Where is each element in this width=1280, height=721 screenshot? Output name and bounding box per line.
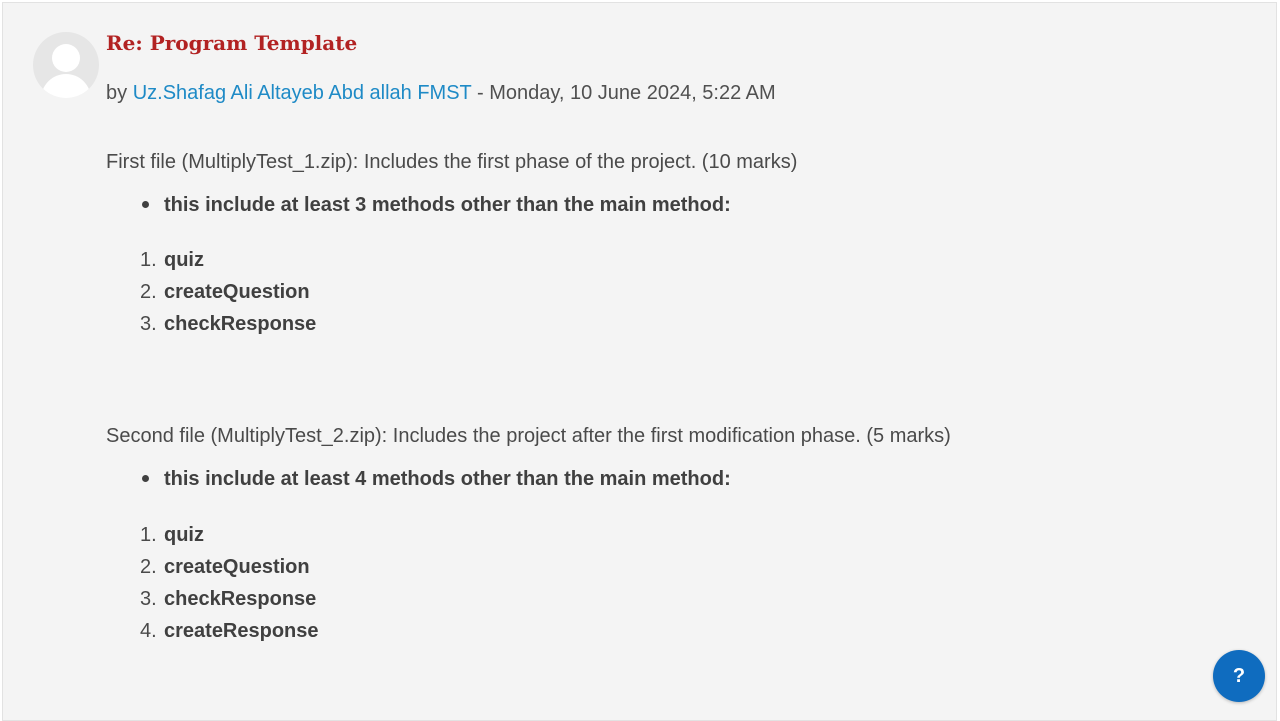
list-item: 3. checkResponse — [106, 583, 319, 615]
avatar[interactable] — [33, 32, 99, 98]
author-link[interactable]: Uz.Shafag Ali Altayeb Abd allah FMST — [133, 82, 472, 104]
list-number: 4. — [140, 620, 157, 642]
bullet-dot-icon — [142, 201, 149, 208]
method-name: checkResponse — [164, 588, 317, 610]
method-name: quiz — [164, 524, 204, 546]
post-date: Monday, 10 June 2024, 5:22 AM — [489, 82, 776, 104]
list-number: 3. — [140, 588, 157, 610]
section-intro: First file (MultiplyTest_1.zip): Include… — [106, 151, 798, 173]
bullet-item: this include at least 4 methods other th… — [106, 465, 731, 493]
section-first-file: First file (MultiplyTest_1.zip): Include… — [106, 148, 797, 176]
list-item: 2. createQuestion — [106, 276, 316, 308]
post-byline: by Uz.Shafag Ali Altayeb Abd allah FMST … — [106, 82, 776, 105]
byline-separator: - — [471, 82, 490, 104]
byline-prefix: by — [106, 82, 133, 104]
method-name: createQuestion — [164, 556, 310, 578]
method-name: checkResponse — [164, 313, 317, 335]
list-number: 1. — [140, 249, 157, 271]
section-second-bullet: this include at least 4 methods other th… — [106, 465, 731, 493]
avatar-body-shape — [41, 74, 91, 98]
methods-list: 1. quiz 2. createQuestion 3. checkResponse … — [106, 519, 319, 647]
section-second-methods: 1. quiz 2. createQuestion 3. checkResponse … — [106, 519, 319, 647]
list-number: 2. — [140, 556, 157, 578]
list-item: 1. quiz — [106, 244, 316, 276]
bullet-text: this include at least 3 methods other th… — [164, 194, 731, 216]
bullet-dot-icon — [142, 475, 149, 482]
question-mark-icon: ? — [1232, 665, 1246, 687]
method-name: quiz — [164, 249, 204, 271]
list-item: 3. checkResponse — [106, 308, 316, 340]
methods-list: 1. quiz 2. createQuestion 3. checkResponse — [106, 244, 316, 340]
bullet-item: this include at least 3 methods other th… — [106, 191, 731, 219]
list-item: 2. createQuestion — [106, 551, 319, 583]
avatar-head-shape — [52, 44, 80, 72]
section-first-methods: 1. quiz 2. createQuestion 3. checkResponse — [106, 244, 316, 340]
help-button[interactable]: ? — [1213, 650, 1265, 702]
section-first-bullet: this include at least 3 methods other th… — [106, 191, 731, 219]
section-second-file: Second file (MultiplyTest_2.zip): Includ… — [106, 422, 951, 450]
post-title: Re: Program Template — [106, 31, 358, 55]
section-intro: Second file (MultiplyTest_2.zip): Includ… — [106, 425, 951, 447]
list-number: 2. — [140, 281, 157, 303]
method-name: createResponse — [164, 620, 319, 642]
bullet-text: this include at least 4 methods other th… — [164, 468, 731, 490]
list-item: 4. createResponse — [106, 615, 319, 647]
list-number: 1. — [140, 524, 157, 546]
list-number: 3. — [140, 313, 157, 335]
method-name: createQuestion — [164, 281, 310, 303]
list-item: 1. quiz — [106, 519, 319, 551]
